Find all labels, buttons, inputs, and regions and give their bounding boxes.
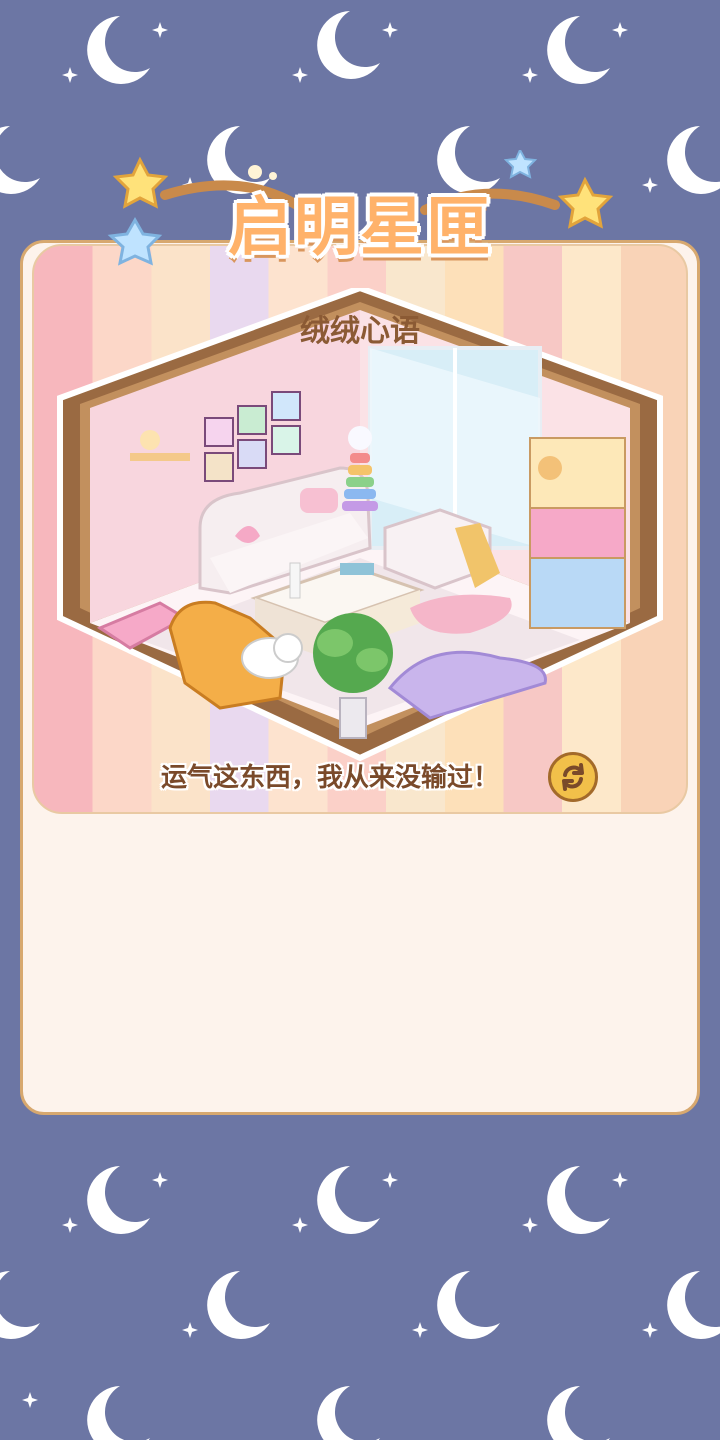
- refresh-icon: [562, 763, 584, 791]
- room-illustration: [57, 288, 663, 762]
- quote-text: 运气这东西，我从来没输过！: [160, 763, 499, 793]
- bookshelf: [529, 437, 626, 629]
- room-name-label: 绒绒心语: [300, 314, 420, 349]
- refresh-button[interactable]: [548, 752, 598, 802]
- page-title: 启明星匣: [228, 191, 492, 265]
- star-icon-right-blue: [503, 150, 538, 179]
